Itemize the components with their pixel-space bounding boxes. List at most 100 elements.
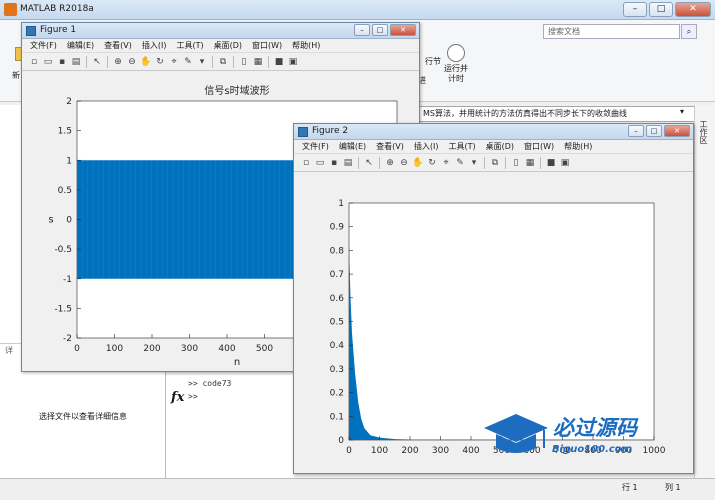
workspace-panel — [694, 105, 715, 478]
dropdown-icon[interactable]: ▾ — [468, 157, 480, 169]
command-prompt[interactable]: >> — [188, 392, 198, 401]
menu-view[interactable]: 查看(V) — [104, 40, 132, 51]
menu-window[interactable]: 窗口(W) — [252, 40, 282, 51]
search-input[interactable]: 搜索文档 — [543, 24, 680, 39]
open-icon[interactable]: ▭ — [314, 157, 326, 169]
run-and-time-label-2: 计时 — [448, 74, 464, 83]
minimize-button[interactable]: – — [628, 125, 644, 137]
x-tick-label: 200 — [401, 446, 418, 456]
close-button[interactable]: ✕ — [675, 2, 711, 17]
brush-icon[interactable]: ✎ — [182, 56, 194, 68]
brush-icon[interactable]: ✎ — [454, 157, 466, 169]
hide-plot-tools-icon[interactable]: ■ — [273, 56, 285, 68]
workspace-tab[interactable]: 工作区 — [698, 120, 709, 144]
menu-edit[interactable]: 编辑(E) — [67, 40, 94, 51]
menu-view[interactable]: 查看(V) — [376, 141, 404, 152]
status-row: 行 1 — [622, 482, 638, 493]
print-icon[interactable]: ▤ — [342, 157, 354, 169]
save-icon[interactable]: ▪ — [328, 157, 340, 169]
maximize-button[interactable]: □ — [649, 2, 673, 17]
colorbar-icon[interactable]: ▯ — [510, 157, 522, 169]
search-icon[interactable]: ⌕ — [681, 24, 697, 39]
details-tab[interactable]: 详 — [5, 345, 13, 356]
figure-menubar: 文件(F) 编辑(E) 查看(V) 插入(I) 工具(T) 桌面(D) 窗口(W… — [294, 140, 693, 154]
figure-icon — [298, 127, 308, 137]
x-tick-label: 1000 — [643, 446, 666, 456]
run-section-label: 行节 — [425, 57, 441, 66]
data-cursor-icon[interactable]: ⌖ — [168, 56, 180, 68]
new-figure-icon[interactable]: ▫ — [300, 157, 312, 169]
zoom-in-icon[interactable]: ⊕ — [384, 157, 396, 169]
toolbar-separator — [86, 55, 87, 68]
menu-window[interactable]: 窗口(W) — [524, 141, 554, 152]
zoom-in-icon[interactable]: ⊕ — [112, 56, 124, 68]
x-tick-label: 400 — [462, 446, 479, 456]
status-bar — [0, 478, 715, 500]
y-tick-label: 0.7 — [330, 270, 344, 280]
print-icon[interactable]: ▤ — [70, 56, 82, 68]
menu-file[interactable]: 文件(F) — [30, 40, 57, 51]
menu-desktop[interactable]: 桌面(D) — [486, 141, 514, 152]
y-tick-label: 1 — [338, 199, 344, 209]
y-tick-label: 0.3 — [330, 365, 344, 375]
menu-insert[interactable]: 插入(I) — [142, 40, 167, 51]
menu-tools[interactable]: 工具(T) — [176, 40, 203, 51]
figure-icon — [26, 26, 36, 36]
command-window[interactable]: >> code73 >> — [166, 375, 294, 478]
matlab-logo-icon — [4, 3, 17, 16]
menu-tools[interactable]: 工具(T) — [448, 141, 475, 152]
maximize-button[interactable]: □ — [646, 125, 662, 137]
rotate-icon[interactable]: ↻ — [426, 157, 438, 169]
y-tick-label: 0.5 — [330, 318, 344, 328]
plot-area — [348, 202, 655, 441]
toolbar-separator — [358, 156, 359, 169]
chevron-down-icon[interactable]: ▾ — [680, 107, 684, 116]
run-and-time-button[interactable]: 运行并 计时 — [440, 44, 472, 84]
menu-file[interactable]: 文件(F) — [302, 141, 329, 152]
x-tick-label: 300 — [432, 446, 449, 456]
menu-desktop[interactable]: 桌面(D) — [214, 40, 242, 51]
graduation-cap-logo-icon — [484, 414, 548, 453]
new-figure-icon[interactable]: ▫ — [28, 56, 40, 68]
link-icon[interactable]: ⧉ — [489, 157, 501, 169]
menu-help[interactable]: 帮助(H) — [564, 141, 592, 152]
show-plot-tools-icon[interactable]: ▣ — [287, 56, 299, 68]
pan-icon[interactable]: ✋ — [140, 56, 152, 68]
y-tick-label: 1 — [66, 156, 72, 166]
new-label: 新 — [12, 71, 20, 80]
legend-icon[interactable]: ▦ — [252, 56, 264, 68]
app-title: MATLAB R2018a — [20, 4, 94, 14]
stopwatch-icon — [447, 44, 465, 62]
pointer-icon[interactable]: ↖ — [363, 157, 375, 169]
colorbar-icon[interactable]: ▯ — [238, 56, 250, 68]
legend-icon[interactable]: ▦ — [524, 157, 536, 169]
address-bar[interactable]: MS算法，并用统计的方法仿真得出不同步长下的收敛曲线 — [418, 106, 695, 122]
x-tick-label: 100 — [106, 344, 123, 354]
row-value: 1 — [632, 483, 638, 492]
open-icon[interactable]: ▭ — [42, 56, 54, 68]
figure-title: Figure 2 — [312, 126, 349, 136]
save-icon[interactable]: ▪ — [56, 56, 68, 68]
pointer-icon[interactable]: ↖ — [91, 56, 103, 68]
menu-edit[interactable]: 编辑(E) — [339, 141, 366, 152]
zoom-out-icon[interactable]: ⊖ — [126, 56, 138, 68]
minimize-button[interactable]: – — [354, 24, 370, 36]
rotate-icon[interactable]: ↻ — [154, 56, 166, 68]
data-cursor-icon[interactable]: ⌖ — [440, 157, 452, 169]
run-and-time-label-1: 运行并 — [444, 64, 468, 73]
close-button[interactable]: ✕ — [390, 24, 416, 36]
minimize-button[interactable]: – — [623, 2, 647, 17]
y-tick-label: 0.6 — [330, 294, 345, 304]
hide-plot-tools-icon[interactable]: ■ — [545, 157, 557, 169]
close-button[interactable]: ✕ — [664, 125, 690, 137]
pan-icon[interactable]: ✋ — [412, 157, 424, 169]
zoom-out-icon[interactable]: ⊖ — [398, 157, 410, 169]
menu-insert[interactable]: 插入(I) — [414, 141, 439, 152]
y-tick-label: 0.5 — [58, 186, 72, 196]
maximize-button[interactable]: □ — [372, 24, 388, 36]
menu-help[interactable]: 帮助(H) — [292, 40, 320, 51]
link-icon[interactable]: ⧉ — [217, 56, 229, 68]
dropdown-icon[interactable]: ▾ — [196, 56, 208, 68]
fx-icon[interactable]: fx — [171, 390, 184, 405]
show-plot-tools-icon[interactable]: ▣ — [559, 157, 571, 169]
